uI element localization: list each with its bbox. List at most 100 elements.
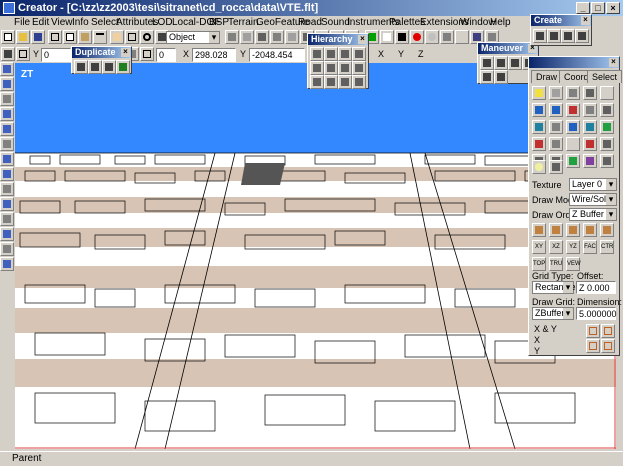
dimension-field[interactable]: 5.000000 bbox=[576, 307, 617, 320]
tool-d-icon[interactable] bbox=[270, 30, 284, 44]
menu-bsp[interactable]: BSP bbox=[209, 17, 229, 28]
menu-help[interactable]: Help bbox=[490, 17, 511, 28]
maximize-button[interactable]: □ bbox=[591, 2, 605, 14]
grid-layout-4-icon[interactable] bbox=[601, 339, 615, 353]
tool-6-icon[interactable] bbox=[0, 137, 14, 151]
draw-order-dropdown[interactable]: Z Buffer bbox=[569, 208, 617, 221]
grid-snap-icon[interactable] bbox=[16, 47, 30, 61]
tool-5-icon[interactable] bbox=[0, 122, 14, 136]
undo-icon[interactable] bbox=[93, 30, 107, 44]
close-button[interactable]: × bbox=[606, 2, 620, 14]
draw-mode-dropdown[interactable]: Wire/Solid bbox=[569, 193, 617, 206]
shade-2-icon[interactable] bbox=[566, 86, 580, 100]
tool-2-icon[interactable] bbox=[0, 77, 14, 91]
draw-4-icon[interactable] bbox=[583, 103, 597, 117]
draw-11-icon[interactable] bbox=[532, 137, 546, 151]
dup-tree-icon[interactable] bbox=[116, 60, 130, 74]
man-2-icon[interactable] bbox=[494, 56, 508, 70]
shade-3-icon[interactable] bbox=[583, 86, 597, 100]
y-coord-field[interactable]: -2048.454 bbox=[249, 48, 305, 62]
color-red-swatch[interactable] bbox=[410, 30, 424, 44]
create-3-icon[interactable] bbox=[561, 29, 575, 43]
view-xy-button[interactable]: XY bbox=[532, 240, 546, 254]
draw-9-icon[interactable] bbox=[583, 120, 597, 134]
tool-11-icon[interactable] bbox=[0, 212, 14, 226]
dup-2-icon[interactable] bbox=[88, 60, 102, 74]
draw-20-icon[interactable] bbox=[600, 154, 614, 168]
copy-icon[interactable] bbox=[63, 30, 77, 44]
draw-3-icon[interactable] bbox=[566, 103, 580, 117]
tool-a-icon[interactable] bbox=[225, 30, 239, 44]
menu-info[interactable]: Info bbox=[72, 17, 89, 28]
grid-layout-1-icon[interactable] bbox=[586, 324, 600, 338]
hier-6-icon[interactable] bbox=[324, 61, 338, 75]
tool-12-icon[interactable] bbox=[0, 227, 14, 241]
tool-3-icon[interactable] bbox=[0, 92, 14, 106]
axis-x-checkbox[interactable]: X bbox=[378, 49, 384, 59]
menu-edit[interactable]: Edit bbox=[32, 17, 49, 28]
create-1-icon[interactable] bbox=[533, 29, 547, 43]
save-icon[interactable] bbox=[31, 30, 45, 44]
value-field[interactable]: 0 bbox=[156, 48, 176, 62]
hier-1-icon[interactable] bbox=[310, 47, 324, 61]
view-vew-button[interactable]: VEW bbox=[566, 257, 581, 271]
close-icon[interactable]: × bbox=[581, 16, 590, 25]
snap-icon[interactable] bbox=[1, 47, 15, 61]
tool-j-icon[interactable] bbox=[440, 30, 454, 44]
light-icon[interactable] bbox=[532, 86, 546, 100]
grid-layout-2-icon[interactable] bbox=[601, 324, 615, 338]
dup-3-icon[interactable] bbox=[102, 60, 116, 74]
tool-7-icon[interactable] bbox=[0, 152, 14, 166]
grid-3-icon[interactable] bbox=[566, 223, 580, 237]
y-field[interactable]: 0 bbox=[41, 48, 71, 62]
man-6-icon[interactable] bbox=[494, 70, 508, 84]
hier-2-icon[interactable] bbox=[324, 47, 338, 61]
draw-14-icon[interactable] bbox=[583, 137, 597, 151]
menu-file[interactable]: File bbox=[14, 17, 30, 28]
color-grey-swatch[interactable] bbox=[425, 30, 439, 44]
close-icon[interactable]: × bbox=[121, 48, 130, 57]
close-icon[interactable]: × bbox=[358, 35, 367, 44]
draw-grid-dropdown[interactable]: ZBuffer bbox=[532, 307, 574, 320]
help-icon[interactable] bbox=[455, 30, 469, 44]
open-icon[interactable] bbox=[16, 30, 30, 44]
hier-9-icon[interactable] bbox=[310, 75, 324, 89]
draw-5-icon[interactable] bbox=[600, 103, 614, 117]
tool-e-icon[interactable] bbox=[285, 30, 299, 44]
draw-18-icon[interactable] bbox=[566, 154, 580, 168]
tool-14-icon[interactable] bbox=[0, 257, 14, 271]
offset-field[interactable]: Z 0.000 bbox=[576, 281, 616, 294]
view-yz-button[interactable]: YZ bbox=[566, 240, 580, 254]
move-icon[interactable] bbox=[125, 30, 139, 44]
draw-19-icon[interactable] bbox=[583, 154, 597, 168]
axis-icon[interactable] bbox=[140, 47, 154, 61]
view-tru-button[interactable]: TRU bbox=[549, 257, 563, 271]
minimize-button[interactable]: _ bbox=[576, 2, 590, 14]
view-fac-button[interactable]: FAC bbox=[583, 240, 597, 254]
draw-6-icon[interactable] bbox=[532, 120, 546, 134]
axis-z-checkbox[interactable]: Z bbox=[418, 49, 424, 59]
grid-1-icon[interactable] bbox=[532, 223, 546, 237]
zoom-icon[interactable] bbox=[140, 30, 154, 44]
tool-8-icon[interactable] bbox=[0, 167, 14, 181]
color-white-swatch[interactable] bbox=[380, 30, 394, 44]
draw-8-icon[interactable] bbox=[566, 120, 580, 134]
tab-draw[interactable]: Draw bbox=[531, 70, 563, 83]
man-5-icon[interactable] bbox=[480, 70, 494, 84]
hier-3-icon[interactable] bbox=[338, 47, 352, 61]
hier-11-icon[interactable] bbox=[338, 75, 352, 89]
draw-12-icon[interactable] bbox=[549, 137, 563, 151]
hier-4-icon[interactable] bbox=[352, 47, 366, 61]
radio-xy[interactable]: X & Y bbox=[534, 324, 557, 334]
paste-icon[interactable] bbox=[78, 30, 92, 44]
create-2-icon[interactable] bbox=[547, 29, 561, 43]
tab-select[interactable]: Select bbox=[587, 70, 623, 83]
tool-c-icon[interactable] bbox=[255, 30, 269, 44]
draw-1-icon[interactable] bbox=[532, 103, 546, 117]
shade-1-icon[interactable] bbox=[549, 86, 563, 100]
hand-icon[interactable] bbox=[110, 30, 124, 44]
ir-icon[interactable] bbox=[600, 86, 614, 100]
grid-4-icon[interactable] bbox=[583, 223, 597, 237]
texture-dropdown[interactable]: Layer 0 bbox=[569, 178, 617, 191]
grid-layout-3-icon[interactable] bbox=[586, 339, 600, 353]
